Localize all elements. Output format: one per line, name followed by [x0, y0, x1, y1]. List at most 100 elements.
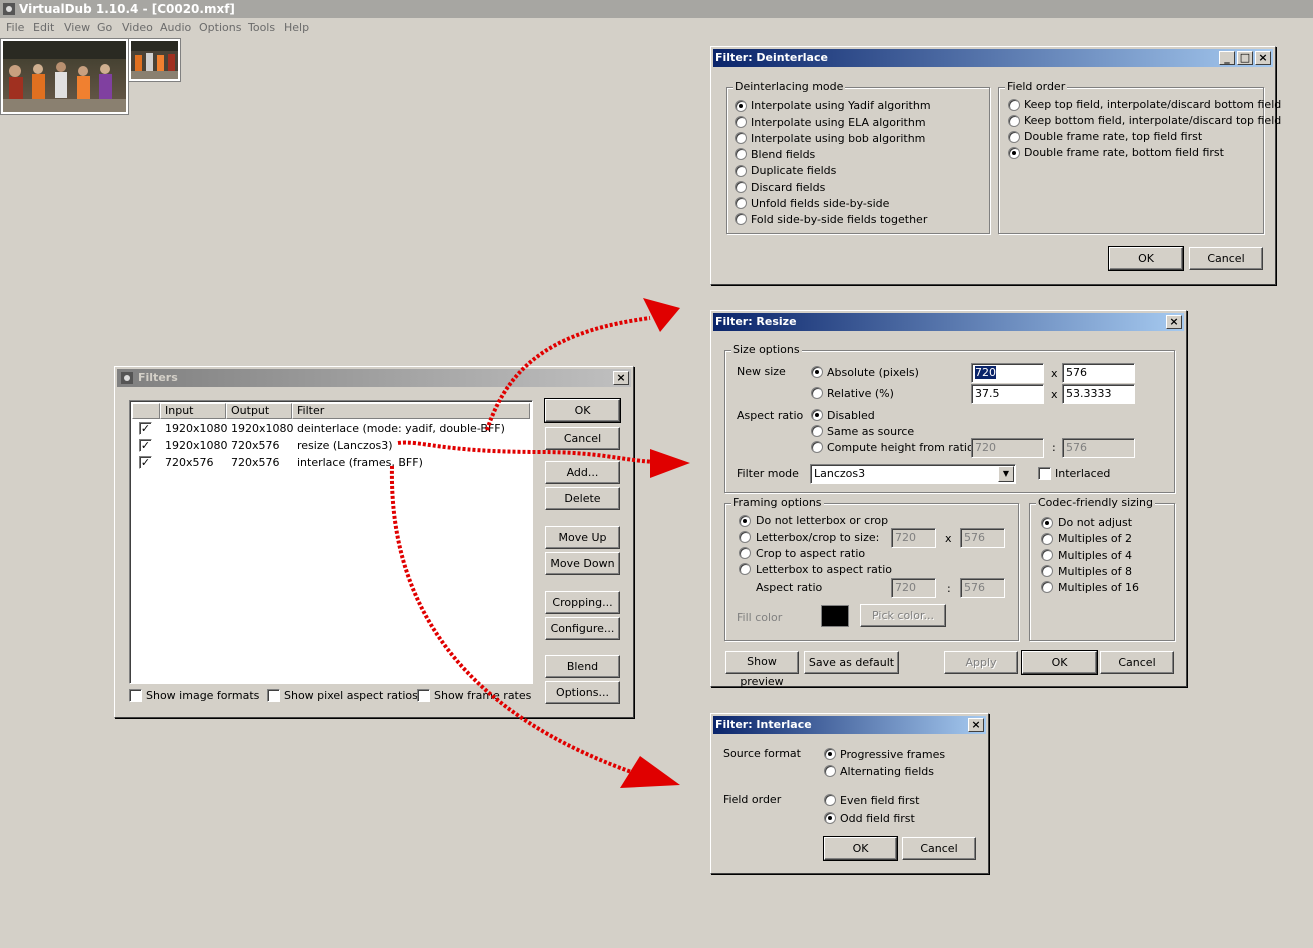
table-row[interactable]: ✓ 1920x1080 1920x1080 deinterlace (mode:… [132, 420, 530, 437]
frame-aspect-height-input[interactable]: 576 [960, 578, 1005, 598]
radio-odd-first[interactable] [824, 812, 836, 824]
radio-duplicate[interactable] [735, 165, 747, 177]
radio-multiple-2[interactable] [1041, 533, 1053, 545]
radio-letterbox-aspect[interactable] [739, 563, 751, 575]
minimize-icon[interactable]: _ [1219, 51, 1235, 65]
delete-button[interactable]: Delete [545, 487, 620, 510]
menu-go[interactable]: Go [97, 21, 112, 34]
ratio-height-input[interactable]: 576 [1062, 438, 1135, 458]
radio-label: Do not letterbox or crop [756, 514, 889, 527]
column-header-input[interactable]: Input [160, 403, 226, 419]
close-icon[interactable]: × [1255, 51, 1271, 65]
move-up-button[interactable]: Move Up [545, 526, 620, 549]
output-video-pane[interactable] [128, 38, 181, 82]
frame-aspect-width-input[interactable]: 720 [891, 578, 936, 598]
radio-keep-bottom[interactable] [1008, 115, 1020, 127]
ok-button[interactable]: OK [544, 398, 621, 423]
menu-audio[interactable]: Audio [160, 21, 191, 34]
filter-mode-select[interactable]: Lanczos3 ▼ [810, 464, 1016, 484]
letterbox-height-input[interactable]: 576 [960, 528, 1005, 548]
options-button[interactable]: Options... [545, 681, 620, 704]
radio-discard[interactable] [735, 181, 747, 193]
blend-button[interactable]: Blend [545, 655, 620, 678]
radio-fold[interactable] [735, 213, 747, 225]
radio-multiple-4[interactable] [1041, 549, 1053, 561]
menu-video[interactable]: Video [122, 21, 153, 34]
close-icon[interactable]: × [613, 371, 629, 385]
radio-blend[interactable] [735, 148, 747, 160]
radio-aspect-source[interactable] [811, 425, 823, 437]
radio-crop-aspect[interactable] [739, 547, 751, 559]
show-pixel-aspect-checkbox[interactable] [267, 689, 280, 702]
save-default-button[interactable]: Save as default [804, 651, 899, 674]
cancel-button[interactable]: Cancel [1189, 247, 1263, 270]
radio-keep-top[interactable] [1008, 99, 1020, 111]
menu-file[interactable]: File [6, 21, 24, 34]
configure-button[interactable]: Configure... [545, 617, 620, 640]
relative-width-input[interactable]: 37.5 [971, 384, 1044, 404]
radio-aspect-compute[interactable] [811, 441, 823, 453]
radio-yadif[interactable] [735, 100, 747, 112]
radio-progressive[interactable] [824, 748, 836, 760]
radio-no-letterbox[interactable] [739, 515, 751, 527]
filter-enable-checkbox[interactable]: ✓ [139, 456, 152, 469]
filter-enable-checkbox[interactable]: ✓ [139, 439, 152, 452]
absolute-height-input[interactable]: 576 [1062, 363, 1135, 383]
show-preview-button[interactable]: Show preview [725, 651, 799, 688]
table-row[interactable]: ✓ 720x576 720x576 interlace (frames, BFF… [132, 454, 530, 471]
menu-help[interactable]: Help [284, 21, 309, 34]
absolute-width-input[interactable]: 720 [971, 363, 1044, 383]
move-down-button[interactable]: Move Down [545, 552, 620, 575]
menu-tools[interactable]: Tools [248, 21, 275, 34]
cancel-button[interactable]: Cancel [902, 837, 976, 860]
radio-bob[interactable] [735, 132, 747, 144]
maximize-icon[interactable]: □ [1237, 51, 1253, 65]
apply-button[interactable]: Apply [944, 651, 1018, 674]
show-frame-rates-checkbox[interactable] [417, 689, 430, 702]
radio-multiple-8[interactable] [1041, 565, 1053, 577]
relative-height-input[interactable]: 53.3333 [1062, 384, 1135, 404]
interlace-title: Filter: Interlace [715, 718, 812, 731]
cropping-button[interactable]: Cropping... [545, 591, 620, 614]
menu-options[interactable]: Options [199, 21, 241, 34]
radio-letterbox-size[interactable] [739, 531, 751, 543]
table-row[interactable]: ✓ 1920x1080 720x576 resize (Lanczos3) [132, 437, 530, 454]
cancel-button[interactable]: Cancel [545, 427, 620, 450]
column-header-check[interactable] [132, 403, 160, 419]
radio-absolute[interactable] [811, 366, 823, 378]
radio-double-bff[interactable] [1008, 147, 1020, 159]
pick-color-button[interactable]: Pick color... [860, 604, 946, 627]
column-header-filter[interactable]: Filter [292, 403, 530, 419]
row-input: 1920x1080 [165, 422, 228, 435]
radio-unfold[interactable] [735, 197, 747, 209]
row-output: 720x576 [231, 456, 280, 469]
radio-multiple-16[interactable] [1041, 581, 1053, 593]
cancel-button[interactable]: Cancel [1100, 651, 1174, 674]
radio-even-first[interactable] [824, 794, 836, 806]
menu-edit[interactable]: Edit [33, 21, 54, 34]
filter-enable-checkbox[interactable]: ✓ [139, 422, 152, 435]
close-icon[interactable]: × [968, 718, 984, 732]
close-icon[interactable]: × [1166, 315, 1182, 329]
add-button[interactable]: Add... [545, 461, 620, 484]
letterbox-width-input[interactable]: 720 [891, 528, 936, 548]
filter-list[interactable]: Input Output Filter ✓ 1920x1080 1920x108… [129, 400, 533, 684]
menu-view[interactable]: View [64, 21, 90, 34]
chevron-down-icon[interactable]: ▼ [998, 466, 1014, 482]
interlaced-checkbox[interactable] [1038, 467, 1051, 480]
show-image-formats-checkbox[interactable] [129, 689, 142, 702]
ok-button[interactable]: OK [823, 836, 898, 861]
resize-dialog: Filter: Resize × Size options New size A… [710, 310, 1187, 688]
radio-ela[interactable] [735, 116, 747, 128]
ok-button[interactable]: OK [1021, 650, 1098, 675]
radio-no-adjust[interactable] [1041, 517, 1053, 529]
input-video-pane[interactable] [0, 38, 129, 115]
ratio-width-input[interactable]: 720 [971, 438, 1044, 458]
radio-label: Disabled [827, 409, 875, 422]
radio-double-tff[interactable] [1008, 131, 1020, 143]
column-header-output[interactable]: Output [226, 403, 292, 419]
radio-aspect-disabled[interactable] [811, 409, 823, 421]
ok-button[interactable]: OK [1108, 246, 1184, 271]
radio-relative[interactable] [811, 387, 823, 399]
radio-alternating[interactable] [824, 765, 836, 777]
